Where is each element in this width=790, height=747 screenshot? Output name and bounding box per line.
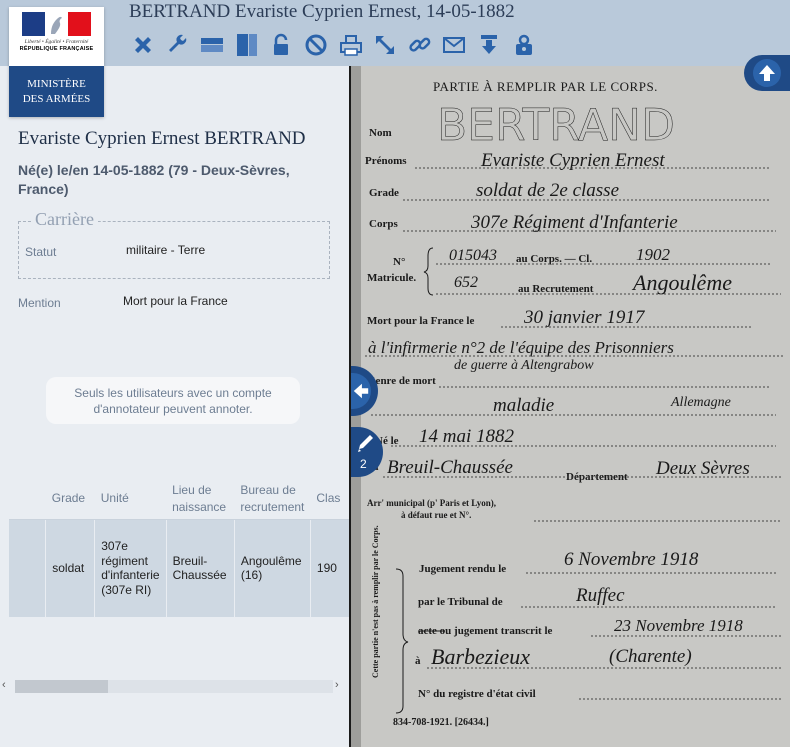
marianne-flag-icon bbox=[21, 12, 92, 36]
doc-departement: Deux Sèvres bbox=[655, 458, 750, 479]
doc-no-label: N° bbox=[393, 256, 405, 268]
pencil-icon bbox=[358, 435, 373, 452]
doc-au-corps-label: au Corps. — Cl. bbox=[516, 253, 592, 265]
doc-pays: Allemagne bbox=[670, 395, 731, 410]
doc-mort-label: Mort pour la France le bbox=[367, 315, 474, 327]
download-icon[interactable] bbox=[474, 30, 504, 60]
doc-matricule-corps: 015043 bbox=[449, 247, 497, 264]
arrow-left-icon bbox=[351, 373, 371, 409]
wrench-icon[interactable] bbox=[163, 30, 193, 60]
scrollbar-thumb[interactable] bbox=[15, 680, 108, 693]
doc-side-note: Cette partie n'est pas à remplir par le … bbox=[371, 525, 380, 678]
ministry-line-2: DES ARMÉES bbox=[22, 92, 91, 105]
expand-icon[interactable] bbox=[370, 30, 400, 60]
doc-transcrit-dept: (Charente) bbox=[609, 646, 692, 667]
column-header-lieu-naissance: Lieu de naissance bbox=[166, 479, 235, 520]
column-header-classe: Clas bbox=[310, 479, 349, 520]
mention-value: Mort pour la France bbox=[123, 294, 228, 308]
column-header-empty bbox=[9, 479, 46, 520]
close-icon[interactable] bbox=[128, 30, 158, 60]
vertical-panel-icon[interactable] bbox=[232, 30, 262, 60]
column-header-unite: Unité bbox=[94, 479, 167, 520]
doc-corps-label: Corps bbox=[369, 218, 398, 230]
column-header-grade: Grade bbox=[45, 479, 95, 520]
ministry-line-1: MINISTÈRE bbox=[27, 77, 86, 90]
doc-recrutement: Angoulême bbox=[631, 270, 732, 295]
column-header-bureau-recrutement: Bureau de recrutement bbox=[234, 479, 311, 520]
doc-nom-label: Nom bbox=[369, 127, 392, 139]
doc-genre-mort: maladie bbox=[493, 395, 554, 416]
cell-grade: soldat bbox=[45, 519, 95, 617]
horizontal-panel-icon[interactable] bbox=[197, 30, 227, 60]
doc-date-deces: 30 janvier 1917 bbox=[523, 307, 646, 328]
statut-value: militaire - Terre bbox=[126, 243, 206, 257]
header-bar: BERTRAND Evariste Cyprien Ernest, 14-05-… bbox=[0, 0, 790, 66]
forbidden-icon[interactable] bbox=[301, 30, 331, 60]
doc-date-naissance: 14 mai 1882 bbox=[419, 426, 515, 447]
mail-icon[interactable] bbox=[439, 30, 469, 60]
doc-lieu-deces-line1: à l'infirmerie n°2 de l'équipe des Priso… bbox=[368, 338, 674, 357]
cell-bureau-recrutement: Angoulême (16) bbox=[233, 519, 311, 617]
career-legend: Carrière bbox=[31, 209, 98, 230]
cell-classe: 190 bbox=[309, 519, 349, 617]
republic-motto: Liberté • Égalité • Fraternité bbox=[24, 39, 89, 45]
page-title: BERTRAND Evariste Cyprien Ernest, 14-05-… bbox=[129, 1, 515, 22]
doc-corps: 307e Régiment d'Infanterie bbox=[470, 212, 678, 233]
ministry-name-block: MINISTÈRE DES ARMÉES bbox=[9, 66, 104, 117]
cell-lieu-naissance: Breuil-Chaussée bbox=[165, 519, 235, 617]
scroll-top-button[interactable] bbox=[744, 55, 790, 91]
marianne-block: Liberté • Égalité • Fraternité RÉPUBLIQU… bbox=[9, 7, 104, 66]
doc-arr-label-2: à défaut rue et N°. bbox=[401, 510, 471, 520]
doc-tribunal: Ruffec bbox=[575, 585, 625, 606]
service-table-container: Grade Unité Lieu de naissance Bureau de … bbox=[9, 479, 349, 680]
doc-prenoms-label: Prénoms bbox=[365, 155, 407, 167]
doc-arr-label: Arr' municipal (p' Paris et Lyon), bbox=[367, 498, 496, 508]
doc-matricule-recrutement: 652 bbox=[454, 274, 478, 291]
record-info-panel: Evariste Cyprien Ernest BERTRAND Né(e) l… bbox=[0, 66, 349, 747]
doc-printer-mark: 834-708-1921. [26434.] bbox=[393, 717, 489, 728]
scroll-right-icon[interactable]: › bbox=[335, 679, 339, 691]
ministry-logo[interactable]: Liberté • Égalité • Fraternité RÉPUBLIQU… bbox=[9, 7, 104, 117]
doc-grade-label: Grade bbox=[369, 187, 399, 199]
scroll-left-icon[interactable]: ‹ bbox=[2, 679, 6, 691]
doc-tribunal-label: par le Tribunal de bbox=[418, 596, 503, 608]
career-fieldset: Carrière Statut militaire - Terre bbox=[18, 209, 330, 279]
link-icon[interactable] bbox=[405, 30, 435, 60]
toolbar bbox=[128, 30, 543, 60]
birth-info: Né(e) le/en 14-05-1882 (79 - Deux-Sèvres… bbox=[18, 162, 290, 197]
document-scan: PARTIE À REMPLIR PAR LE CORPS. Nom BERTR… bbox=[351, 66, 790, 747]
service-table: Grade Unité Lieu de naissance Bureau de … bbox=[9, 479, 349, 617]
doc-nom: BERTRAND bbox=[437, 100, 675, 151]
arrow-up-icon bbox=[753, 59, 781, 87]
table-header-row: Grade Unité Lieu de naissance Bureau de … bbox=[9, 479, 349, 520]
document-viewer[interactable]: PARTIE À REMPLIR PAR LE CORPS. Nom BERTR… bbox=[351, 66, 790, 747]
doc-matricule-label: Matricule. bbox=[367, 272, 416, 284]
cell-empty bbox=[9, 519, 46, 617]
person-name: Evariste Cyprien Ernest BERTRAND bbox=[18, 128, 306, 149]
lock-icon[interactable] bbox=[266, 30, 296, 60]
doc-lieu-deces-line2: de guerre à Altengrabow bbox=[454, 358, 594, 373]
doc-heading: PARTIE À REMPLIR PAR LE CORPS. bbox=[433, 79, 658, 94]
doc-au-recrutement-label: au Recrutement bbox=[518, 283, 594, 295]
doc-a2-label: à bbox=[415, 655, 421, 667]
doc-grade: soldat de 2e classe bbox=[476, 180, 619, 201]
annotation-count: 2 bbox=[360, 457, 367, 471]
doc-lieu-naissance: Breuil-Chaussée bbox=[387, 457, 513, 478]
doc-classe: 1902 bbox=[636, 245, 671, 264]
cell-unite: 307e régiment d'infanterie (307e RI) bbox=[94, 519, 167, 617]
scrollbar-track[interactable] bbox=[15, 680, 333, 693]
doc-jugement-label: Jugement rendu le bbox=[419, 563, 506, 575]
table-horizontal-scrollbar[interactable]: ‹ › bbox=[0, 677, 349, 696]
mention-label: Mention bbox=[18, 296, 61, 310]
republic-name: RÉPUBLIQUE FRANÇAISE bbox=[19, 46, 94, 52]
doc-transcrit-date: 23 Novembre 1918 bbox=[614, 616, 743, 635]
doc-jugement-date: 6 Novembre 1918 bbox=[564, 549, 699, 570]
table-row[interactable]: soldat 307e régiment d'infanterie (307e … bbox=[9, 519, 349, 617]
statut-label: Statut bbox=[25, 245, 57, 259]
print-icon[interactable] bbox=[336, 30, 366, 60]
help-lock-icon[interactable] bbox=[509, 30, 539, 60]
doc-registre-label: N° du registre d'état civil bbox=[418, 688, 536, 700]
annotator-notice: Seuls les utilisateurs avec un compte d'… bbox=[46, 377, 300, 424]
doc-transcrit-lieu: Barbezieux bbox=[431, 644, 530, 669]
